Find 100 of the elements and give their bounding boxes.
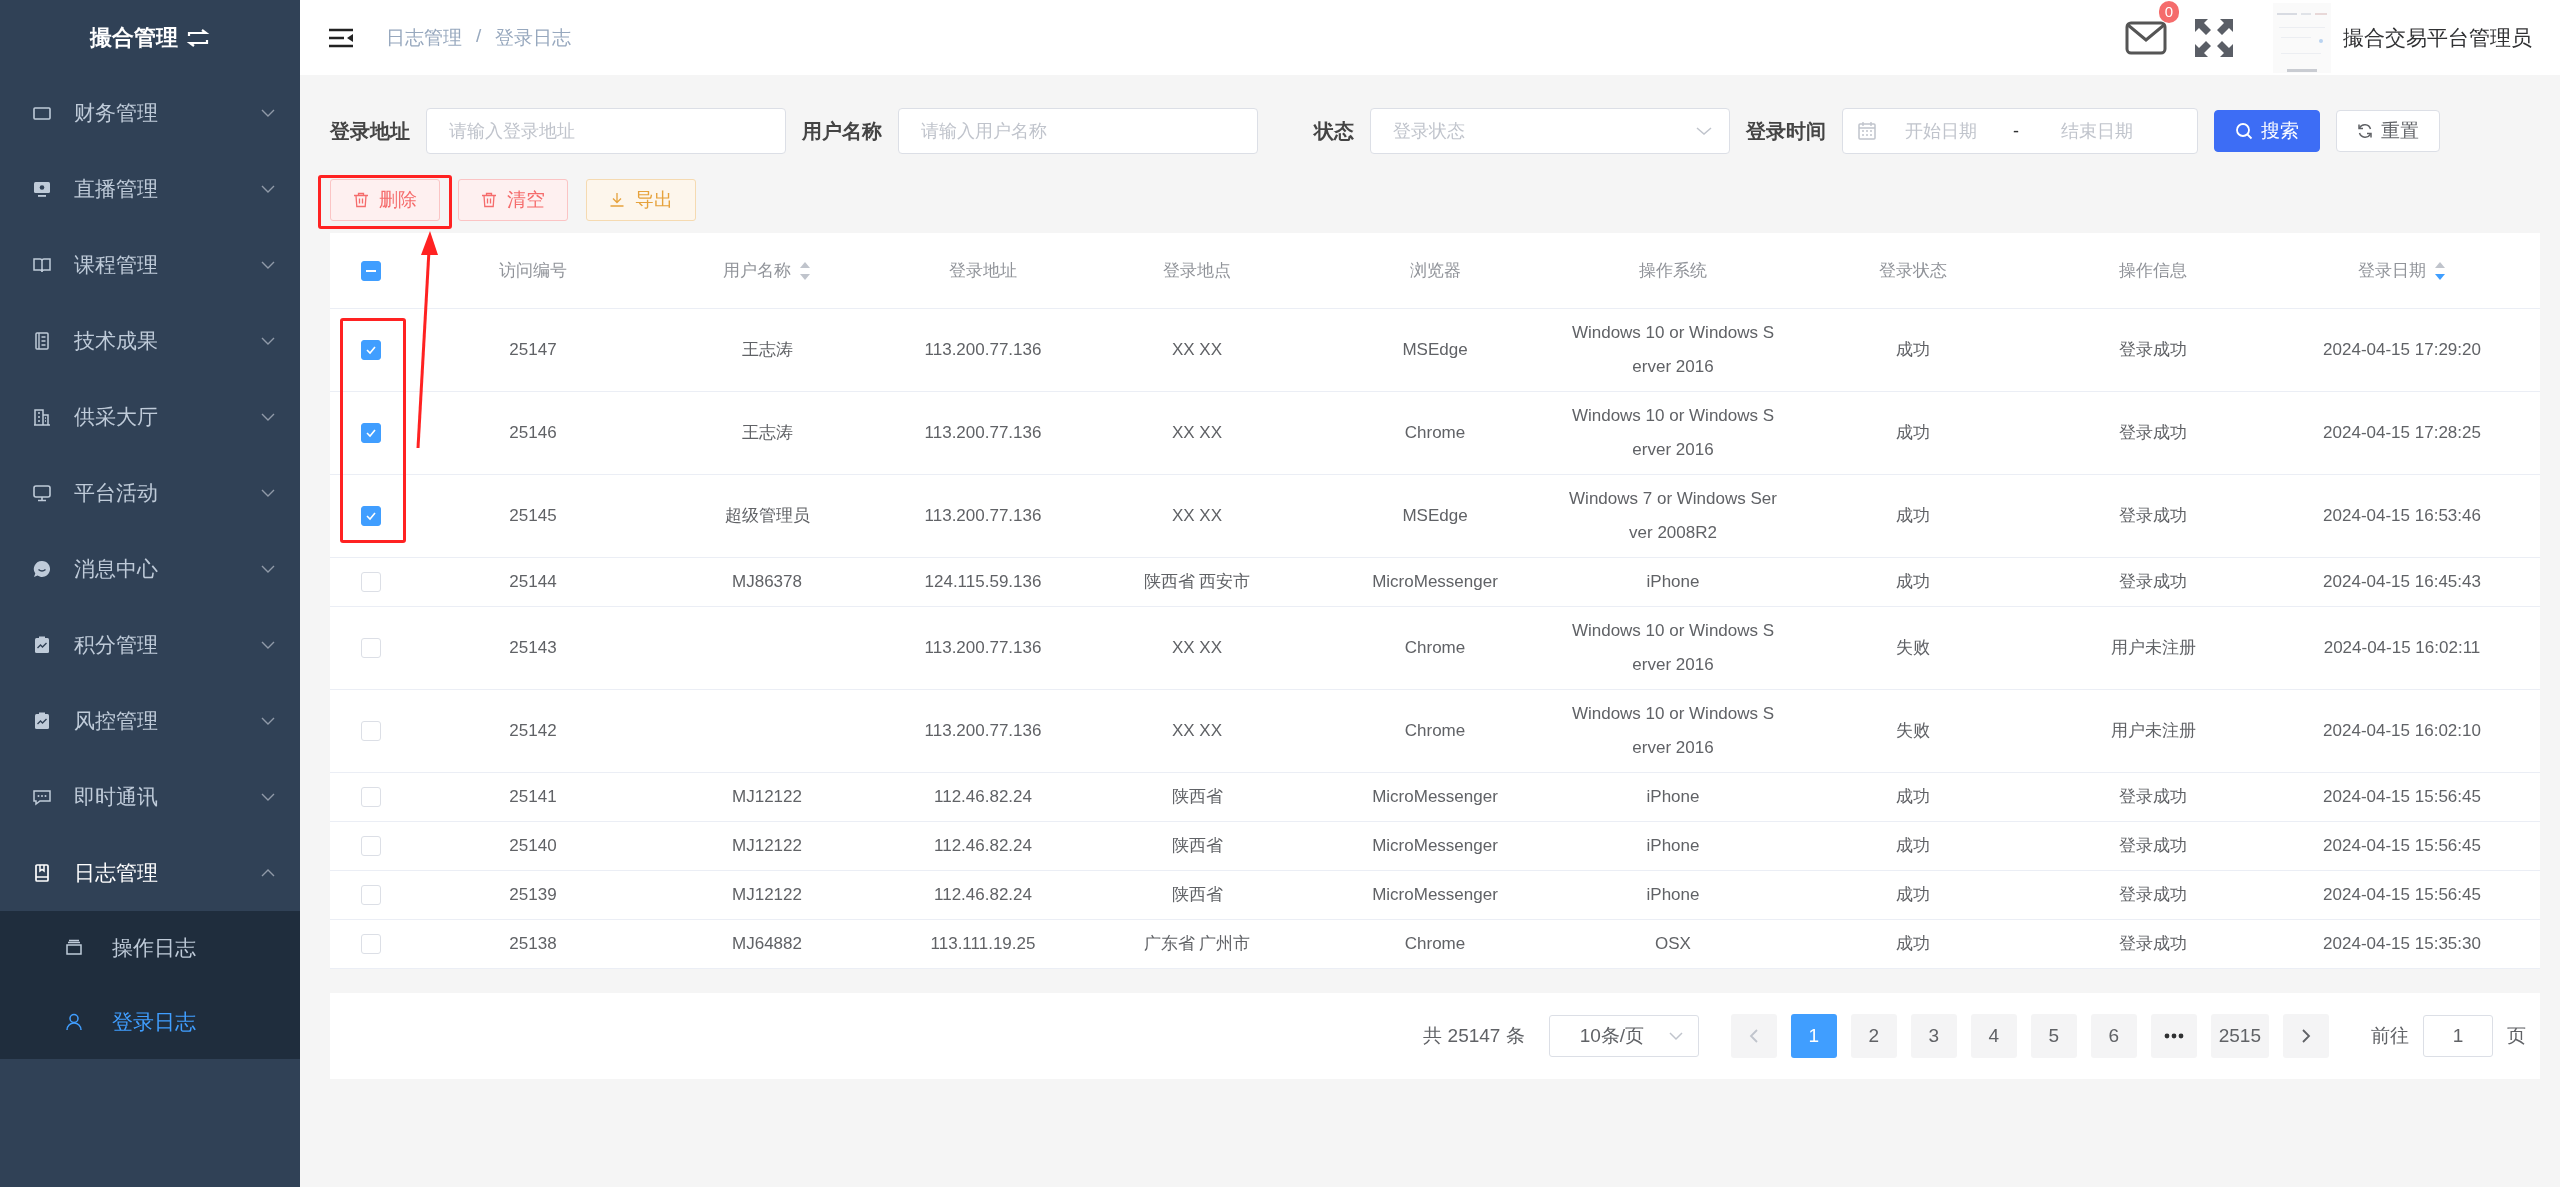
page-button[interactable]: 2515 (2210, 1014, 2269, 1058)
menu-item[interactable]: 直播管理 (0, 151, 300, 227)
menu-icon[interactable] (328, 26, 354, 49)
menu-item[interactable]: 日志管理 (0, 835, 300, 911)
column-header: 操作信息 (2119, 259, 2187, 282)
menu-item[interactable]: 平台活动 (0, 455, 300, 531)
table-cell-text: 2024-04-15 15:56:45 (2323, 884, 2481, 906)
calendar-icon (1857, 121, 1877, 141)
table-cell-text: XX XX (1171, 505, 1223, 527)
fullscreen-icon[interactable] (2193, 16, 2235, 59)
page-size-select[interactable]: 10条/页 (1548, 1015, 1699, 1057)
table-cell-text: Chrome (1404, 720, 1466, 742)
chat-icon (32, 787, 52, 807)
table-cell-text: 陕西省 西安市 (1143, 571, 1251, 593)
table-cell-text: 2024-04-15 15:56:45 (2323, 835, 2481, 857)
swap-icon[interactable] (186, 27, 210, 48)
table-cell-text: Windows 10 or Windows Server 2016 (1570, 703, 1776, 759)
page-suffix: 页 (2507, 1024, 2526, 1048)
table-cell-text: Chrome (1404, 422, 1466, 444)
table-cell-text: 2024-04-15 16:53:46 (2323, 505, 2481, 527)
table-cell-text: 113.200.77.136 (924, 339, 1042, 361)
app-title: 撮合管理 (90, 23, 178, 52)
menu-item[interactable]: 即时通讯 (0, 759, 300, 835)
table-cell-text: 113.111.19.25 (930, 933, 1036, 955)
total-count: 共 25147 条 (1423, 1024, 1525, 1048)
row-checkbox[interactable] (361, 423, 381, 443)
table-cell-text: 广东省 广州市 (1143, 933, 1251, 955)
table-cell-text: 113.200.77.136 (924, 637, 1042, 659)
submenu-item[interactable]: 登录日志 (0, 985, 300, 1059)
submenu-item[interactable]: 操作日志 (0, 911, 300, 985)
table-cell-text: XX XX (1171, 339, 1223, 361)
document-icon (32, 331, 52, 351)
table-cell-text: 25142 (509, 720, 557, 742)
page-button[interactable]: 4 (1970, 1014, 2017, 1058)
more-pages-button[interactable] (2150, 1014, 2197, 1058)
chevron-icon (1695, 126, 1713, 136)
menu-item[interactable]: 风控管理 (0, 683, 300, 759)
sort-icon[interactable] (799, 260, 811, 281)
table-cell-text: 成功 (1896, 884, 1930, 906)
table-cell-text: 成功 (1896, 786, 1930, 808)
table-cell-text: 登录成功 (2119, 884, 2187, 906)
menu-item[interactable]: 消息中心 (0, 531, 300, 607)
page-button[interactable]: 5 (2030, 1014, 2077, 1058)
table-cell-text: 登录成功 (2119, 422, 2187, 444)
user-icon (64, 1012, 84, 1032)
table-cell-text: iPhone (1646, 884, 1700, 906)
input-field[interactable]: 请输入登录地址 (426, 108, 786, 154)
clipboard-icon (32, 711, 52, 731)
table-cell-text: iPhone (1646, 571, 1700, 593)
column-header: 浏览器 (1409, 259, 1461, 282)
table-cell-text: 113.200.77.136 (924, 422, 1042, 444)
reset-button[interactable]: 重置 (2336, 110, 2440, 152)
table-cell-text: 成功 (1896, 835, 1930, 857)
menu-item[interactable]: 积分管理 (0, 607, 300, 683)
menu-item[interactable]: 财务管理 (0, 75, 300, 151)
table-cell-text: 112.46.82.24 (934, 835, 1032, 857)
notebook-icon (32, 863, 52, 883)
table-cell-text: 2024-04-15 16:02:10 (2323, 720, 2481, 742)
menu-item[interactable]: 供采大厅 (0, 379, 300, 455)
folder-icon (64, 938, 84, 958)
more-icon (2163, 1033, 2184, 1039)
notification-badge: 0 (2158, 0, 2179, 23)
table-cell-text: 成功 (1896, 933, 1930, 955)
sort-icon[interactable] (2434, 260, 2446, 281)
table-cell-text: MJ12122 (732, 786, 802, 808)
row-checkbox[interactable] (361, 506, 381, 526)
column-header: 用户名称 (723, 259, 791, 282)
page-input[interactable]: 1 (2423, 1015, 2493, 1057)
menu-item[interactable]: 课程管理 (0, 227, 300, 303)
table-cell-text: MJ64882 (732, 933, 802, 955)
breadcrumb-item: 登录日志 (495, 25, 572, 50)
table-cell-text: 登录成功 (2119, 505, 2187, 527)
row-checkbox[interactable] (361, 340, 381, 360)
column-header: 访问编号 (499, 259, 567, 282)
page-button[interactable]: 3 (1910, 1014, 1957, 1058)
table-cell-text: MJ12122 (732, 835, 802, 857)
user-name[interactable]: 撮合交易平台管理员 (2343, 23, 2532, 52)
table-cell-text: 113.200.77.136 (924, 720, 1042, 742)
table-cell-text: iPhone (1646, 835, 1700, 857)
table-cell-text: 失败 (1896, 720, 1930, 742)
page-button[interactable]: 2 (1850, 1014, 1897, 1058)
table-cell-text: Windows 10 or Windows Server 2016 (1570, 405, 1776, 461)
table-cell-text: 陕西省 (1171, 884, 1223, 906)
select-all-checkbox[interactable] (361, 260, 381, 281)
table-cell-text: 25140 (509, 835, 557, 857)
column-header: 登录地点 (1163, 259, 1231, 282)
table-cell-text: 2024-04-15 16:45:43 (2323, 571, 2481, 593)
page-button[interactable]: 6 (2090, 1014, 2137, 1058)
menu-item[interactable]: 技术成果 (0, 303, 300, 379)
table-cell-text: Chrome (1404, 933, 1466, 955)
table-cell-text: XX XX (1171, 637, 1223, 659)
column-header: 登录日期 (2358, 259, 2426, 282)
filter-label: 登录地址 (330, 118, 410, 144)
mail-icon[interactable] (2125, 20, 2167, 55)
search-button[interactable]: 搜索 (2214, 110, 2320, 152)
search-icon (2235, 122, 2253, 140)
input-field[interactable]: 请输入用户名称 (898, 108, 1258, 154)
table-cell-text: MicroMessenger (1372, 835, 1498, 857)
table-cell-text: iPhone (1646, 786, 1700, 808)
date-range-field[interactable]: 开始日期 - 结束日期 (1842, 108, 2198, 154)
